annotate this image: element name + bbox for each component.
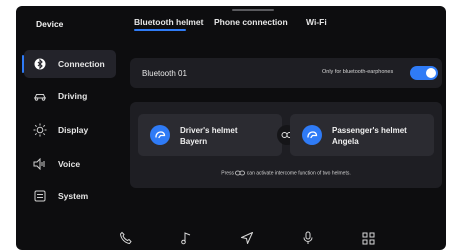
sidebar-item-connection[interactable]: Connection: [22, 50, 116, 78]
sidebar-item-label: Display: [58, 125, 89, 135]
helmet-user-name: Bayern: [180, 137, 208, 146]
intercom-hint: Press can activate intercome function of…: [130, 170, 442, 176]
helmet-title: Driver's helmet: [180, 126, 238, 135]
hint-prefix: Press: [221, 170, 235, 177]
phone-icon[interactable]: [116, 228, 136, 248]
tab-wifi[interactable]: Wi-Fi: [306, 17, 327, 27]
helmet-title: Passenger's helmet: [332, 126, 407, 135]
music-note-icon[interactable]: [176, 228, 196, 248]
navigation-icon[interactable]: [237, 228, 257, 248]
helmet-icon: [302, 125, 322, 145]
helmet-icon: [150, 125, 170, 145]
car-icon: [32, 88, 48, 104]
tab-label: Bluetooth helmet: [134, 17, 204, 27]
tab-phone-connection[interactable]: Phone connection: [214, 17, 288, 27]
microphone-icon[interactable]: [298, 228, 318, 248]
device-settings-screen: Device Connection Driving Display Voice: [16, 6, 446, 250]
helmet-user-name: Angela: [332, 137, 359, 146]
hint-suffix: can activate intercome function of two h…: [246, 170, 351, 177]
bluetooth-earphones-toggle[interactable]: [410, 66, 438, 80]
sidebar-item-voice[interactable]: Voice: [24, 150, 116, 178]
bluetooth-icon: [32, 56, 48, 72]
sidebar-item-label: System: [58, 191, 89, 201]
bottom-bar: [16, 228, 446, 250]
sidebar-item-system[interactable]: System: [24, 182, 116, 210]
bluetooth-card: Bluetooth 01 Only for bluetooth-earphone…: [130, 58, 442, 88]
link-icon: [235, 170, 246, 176]
bluetooth-toggle-label: Only for bluetooth-earphones: [322, 69, 394, 75]
tab-label: Phone connection: [214, 17, 288, 27]
drivers-helmet-card[interactable]: Driver's helmet Bayern: [138, 114, 282, 156]
apps-grid-icon[interactable]: [358, 228, 378, 248]
top-handle[interactable]: [232, 9, 274, 11]
sidebar-item-label: Driving: [58, 91, 88, 101]
sidebar-item-driving[interactable]: Driving: [24, 82, 116, 110]
sidebar-item-label: Connection: [58, 59, 105, 69]
tab-label: Wi-Fi: [306, 17, 327, 27]
sidebar-item-label: Voice: [58, 159, 81, 169]
sidebar-title: Device: [36, 19, 64, 29]
tab-bluetooth-helmet[interactable]: Bluetooth helmet: [134, 17, 204, 31]
active-tab-indicator: [134, 29, 186, 31]
sidebar-item-display[interactable]: Display: [24, 116, 116, 144]
bluetooth-device-name: Bluetooth 01: [142, 69, 187, 78]
toggle-knob: [426, 68, 436, 78]
system-icon: [32, 188, 48, 204]
speaker-icon: [32, 156, 48, 172]
helmets-card: Driver's helmet Bayern Passenger's helme…: [130, 102, 442, 188]
brightness-icon: [32, 122, 48, 138]
passengers-helmet-card[interactable]: Passenger's helmet Angela: [290, 114, 434, 156]
